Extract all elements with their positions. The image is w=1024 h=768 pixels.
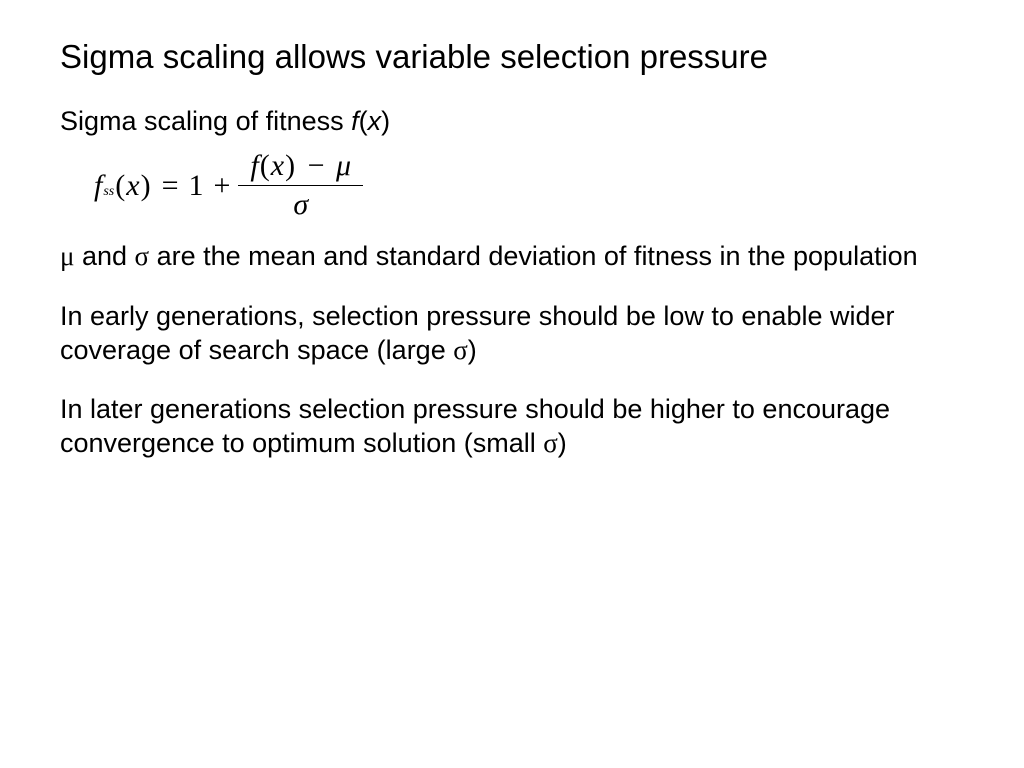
- eq-fraction: f(x) − μ σ: [244, 149, 357, 222]
- eq-num-close: ): [285, 149, 295, 182]
- slide: Sigma scaling allows variable selection …: [0, 0, 1024, 461]
- sigma-icon: σ: [135, 241, 150, 271]
- eq-plus: +: [214, 169, 231, 203]
- equation: fss(x) = 1 + f(x) − μ σ: [94, 149, 964, 222]
- slide-title: Sigma scaling allows variable selection …: [60, 38, 964, 76]
- subtitle-close: ): [381, 106, 390, 136]
- p3-close: ): [558, 428, 567, 458]
- p3-text: In later generations selection pressure …: [60, 394, 890, 458]
- paragraph-early: In early generations, selection pressure…: [60, 300, 960, 368]
- sigma-icon: σ: [543, 428, 558, 458]
- sigma-icon: σ: [453, 335, 468, 365]
- eq-num-x: x: [271, 149, 284, 182]
- eq-lhs-close: ): [141, 169, 151, 203]
- paragraph-definitions: μ and σ are the mean and standard deviat…: [60, 240, 960, 274]
- p2-text: In early generations, selection pressure…: [60, 301, 895, 365]
- subtitle-func: f: [351, 106, 359, 136]
- eq-num-open: (: [260, 149, 270, 182]
- eq-lhs-sub: ss: [103, 184, 114, 200]
- subtitle-lead: Sigma scaling of fitness: [60, 106, 351, 136]
- eq-lhs-x: x: [126, 169, 139, 203]
- subtitle-arg: x: [368, 106, 382, 136]
- eq-equals: =: [162, 169, 179, 203]
- subtitle: Sigma scaling of fitness f(x): [60, 106, 964, 137]
- eq-num-minus: −: [308, 149, 325, 182]
- paragraph-later: In later generations selection pressure …: [60, 393, 960, 461]
- p1-rest: are the mean and standard deviation of f…: [149, 241, 918, 271]
- subtitle-open: (: [359, 106, 368, 136]
- mu-icon: μ: [60, 241, 74, 271]
- p2-close: ): [468, 335, 477, 365]
- sigma-icon: σ: [293, 188, 308, 221]
- eq-lhs-f: f: [94, 169, 102, 203]
- eq-num-f: f: [250, 149, 258, 182]
- eq-one: 1: [189, 169, 204, 203]
- p1-mid: and: [74, 241, 134, 271]
- mu-icon: μ: [336, 149, 351, 182]
- eq-lhs-open: (: [115, 169, 125, 203]
